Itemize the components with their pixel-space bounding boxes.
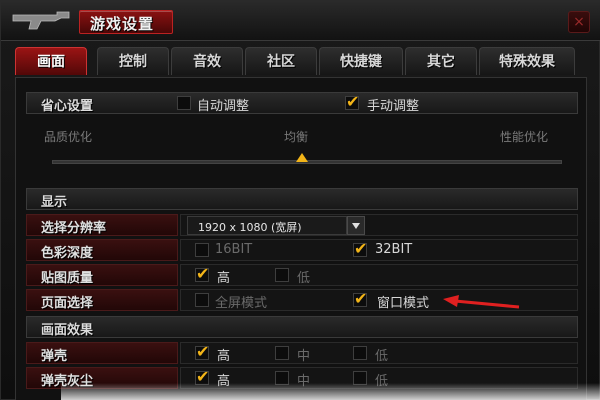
color-32bit-label: 32BIT bbox=[375, 242, 413, 257]
slider-center-label: 均衡 bbox=[284, 130, 309, 144]
shell-high-label: 高 bbox=[217, 349, 231, 364]
manual-adjust-checkbox[interactable] bbox=[345, 92, 359, 111]
gun-icon bbox=[12, 11, 70, 30]
section-title: 省心设置 bbox=[41, 99, 94, 114]
tab-display[interactable]: 画面 bbox=[15, 47, 87, 75]
color-depth-label: 色彩深度 bbox=[41, 246, 94, 261]
row-body: 1920 x 1080 (宽屏) bbox=[180, 214, 578, 236]
color-32bit-checkbox[interactable] bbox=[353, 239, 367, 258]
row-label-box: 贴图质量 bbox=[26, 264, 178, 286]
section-title: 画面效果 bbox=[41, 323, 94, 338]
shell-mid-label: 中 bbox=[297, 349, 311, 364]
window-title: 游戏设置 bbox=[90, 15, 155, 33]
auto-adjust-checkbox[interactable] bbox=[177, 96, 191, 110]
resolution-row: 选择分辨率 1920 x 1080 (宽屏) bbox=[26, 214, 578, 236]
shell-low-checkbox[interactable] bbox=[353, 346, 367, 360]
red-arrow-icon bbox=[443, 295, 520, 309]
quality-slider-area: 品质优化 均衡 性能优化 bbox=[26, 120, 578, 170]
texture-high-checkbox[interactable] bbox=[195, 264, 209, 283]
resolution-dropdown[interactable]: 1920 x 1080 (宽屏) bbox=[187, 216, 347, 235]
row-body: 高 低 bbox=[180, 264, 578, 286]
shell-label: 弹壳 bbox=[41, 349, 68, 364]
title-bar: 游戏设置 × bbox=[1, 1, 600, 41]
page-select-label: 页面选择 bbox=[41, 296, 94, 311]
color-16bit-checkbox[interactable] bbox=[195, 243, 209, 257]
resolution-label: 选择分辨率 bbox=[41, 221, 107, 236]
slider-left-label: 品质优化 bbox=[44, 130, 93, 144]
texture-low-label: 低 bbox=[297, 271, 311, 286]
tab-sound[interactable]: 音效 bbox=[171, 47, 243, 75]
shell-high-checkbox[interactable] bbox=[195, 342, 209, 361]
settings-panel: 省心设置 自动调整 手动调整 品质优化 均衡 性能优化 显示 选择分辨率 192… bbox=[15, 77, 587, 400]
fullscreen-label: 全屏模式 bbox=[215, 296, 268, 311]
effects-section: 画面效果 bbox=[26, 316, 578, 338]
chevron-down-icon[interactable] bbox=[347, 216, 365, 235]
slider-right-label: 性能优化 bbox=[500, 130, 549, 144]
shell-mid-checkbox[interactable] bbox=[275, 346, 289, 360]
title-plate: 游戏设置 bbox=[79, 10, 173, 34]
section-title: 显示 bbox=[41, 195, 68, 210]
row-label-box: 选择分辨率 bbox=[26, 214, 178, 236]
window-mode-checkbox[interactable] bbox=[353, 289, 367, 308]
tab-control[interactable]: 控制 bbox=[97, 47, 169, 75]
texture-high-label: 高 bbox=[217, 271, 231, 286]
texture-quality-row: 贴图质量 高 低 bbox=[26, 264, 578, 286]
manual-adjust-label: 手动调整 bbox=[367, 99, 420, 114]
bottom-fade-overlay bbox=[61, 383, 600, 400]
fullscreen-checkbox[interactable] bbox=[195, 293, 209, 307]
close-icon[interactable]: × bbox=[568, 11, 590, 33]
color-16bit-label: 16BIT bbox=[215, 242, 253, 257]
row-label-box: 页面选择 bbox=[26, 289, 178, 311]
row-label-box: 色彩深度 bbox=[26, 239, 178, 261]
tab-hotkeys[interactable]: 快捷键 bbox=[319, 47, 403, 75]
row-body: 16BIT 32BIT bbox=[180, 239, 578, 261]
auto-adjust-label: 自动调整 bbox=[197, 99, 250, 114]
row-body: 高 中 低 bbox=[180, 342, 578, 364]
resolution-value: 1920 x 1080 (宽屏) bbox=[198, 221, 302, 234]
color-depth-row: 色彩深度 16BIT 32BIT bbox=[26, 239, 578, 261]
texture-quality-label: 贴图质量 bbox=[41, 271, 94, 286]
shell-low-label: 低 bbox=[375, 349, 389, 364]
tab-other[interactable]: 其它 bbox=[405, 47, 477, 75]
slider-thumb-icon[interactable] bbox=[296, 153, 308, 162]
display-section: 显示 bbox=[26, 188, 578, 210]
tab-special-effects[interactable]: 特殊效果 bbox=[479, 47, 575, 75]
window-mode-label: 窗口模式 bbox=[377, 296, 430, 311]
shell-row: 弹壳 高 中 低 bbox=[26, 342, 578, 364]
worry-free-section: 省心设置 自动调整 手动调整 bbox=[26, 92, 578, 114]
tab-bar: 画面 控制 音效 社区 快捷键 其它 特殊效果 bbox=[15, 47, 587, 77]
row-label-box: 弹壳 bbox=[26, 342, 178, 364]
tab-community[interactable]: 社区 bbox=[245, 47, 317, 75]
game-settings-window: 游戏设置 × 画面 控制 音效 社区 快捷键 其它 特殊效果 省心设置 自动调整… bbox=[0, 0, 600, 400]
texture-low-checkbox[interactable] bbox=[275, 268, 289, 282]
